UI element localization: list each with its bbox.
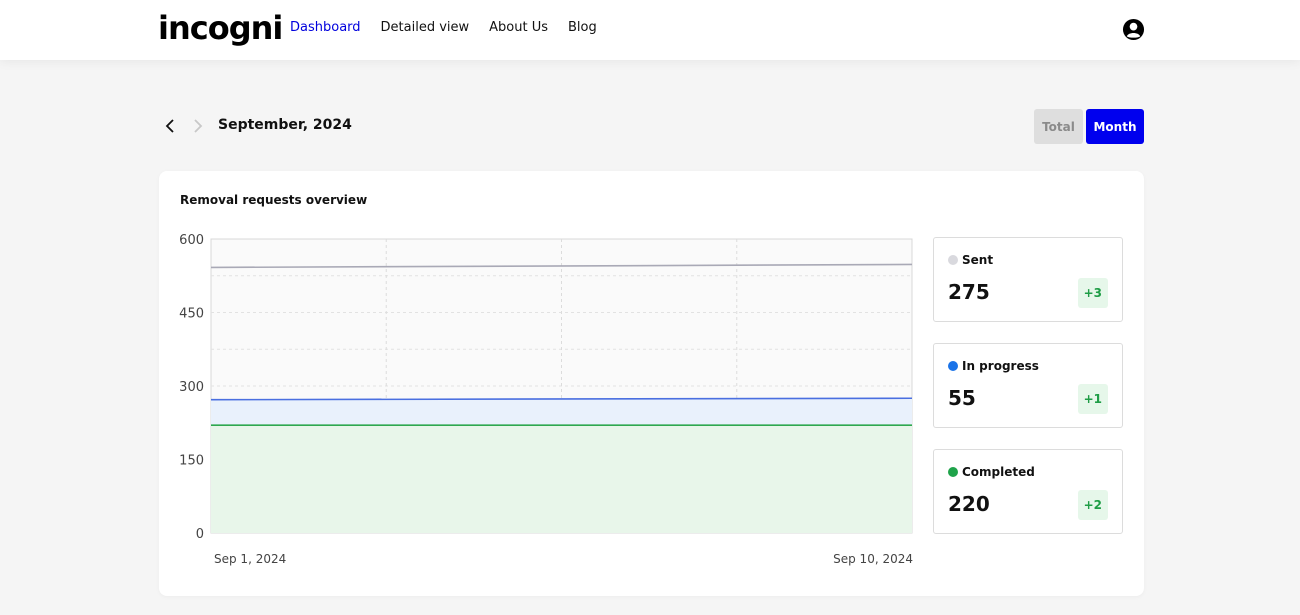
nav-item-blog[interactable]: Blog (568, 20, 597, 35)
period-selector: September, 2024 Total Month (158, 108, 1144, 144)
stat-label: In progress (962, 359, 1039, 373)
nav-item-dashboard[interactable]: Dashboard (290, 20, 361, 35)
incogni-logo[interactable]: incogni (158, 10, 283, 46)
removal-requests-chart: 0 150 300 450 600 Sep 1, 2024 Sep 10, 2024 (179, 233, 913, 566)
series-area-completed (211, 425, 912, 533)
stat-label: Sent (962, 253, 994, 267)
in-progress-legend-dot (948, 361, 958, 371)
stat-label: Completed (962, 465, 1035, 479)
y-tick-label: 450 (179, 307, 204, 322)
month-toggle-button[interactable]: Month (1086, 109, 1144, 144)
account-circle-icon[interactable] (1122, 18, 1145, 41)
stat-value: 55 (948, 386, 976, 410)
chevron-left-icon[interactable] (160, 116, 180, 136)
x-tick-label: Sep 1, 2024 (214, 552, 286, 566)
stat-value: 275 (948, 280, 990, 304)
main-nav: Dashboard Detailed view About Us Blog (290, 20, 597, 35)
sent-legend-dot (948, 255, 958, 265)
y-tick-label: 150 (179, 454, 204, 469)
removal-requests-card: Removal requests overview 0 150 300 450 600 S… (159, 171, 1144, 596)
stat-delta-badge: +3 (1077, 278, 1108, 308)
stat-delta-badge: +2 (1077, 490, 1108, 520)
completed-legend-dot (948, 467, 958, 477)
stat-delta-badge: +1 (1077, 384, 1108, 414)
period-label: September, 2024 (218, 117, 352, 133)
stat-card-sent: Sent 275 +3 (933, 237, 1123, 322)
total-toggle-button[interactable]: Total (1034, 109, 1083, 144)
chevron-right-icon[interactable] (188, 116, 208, 136)
y-tick-label: 300 (179, 380, 204, 395)
top-navigation-bar: incogni Dashboard Detailed view About Us… (0, 0, 1300, 60)
y-tick-label: 0 (196, 527, 204, 542)
y-tick-label: 600 (179, 233, 204, 248)
x-tick-label: Sep 10, 2024 (833, 552, 913, 566)
stat-card-completed: Completed 220 +2 (933, 449, 1123, 534)
nav-item-detailed-view[interactable]: Detailed view (381, 20, 470, 35)
stat-value: 220 (948, 492, 990, 516)
nav-item-about-us[interactable]: About Us (489, 20, 548, 35)
stat-card-in-progress: In progress 55 +1 (933, 343, 1123, 428)
